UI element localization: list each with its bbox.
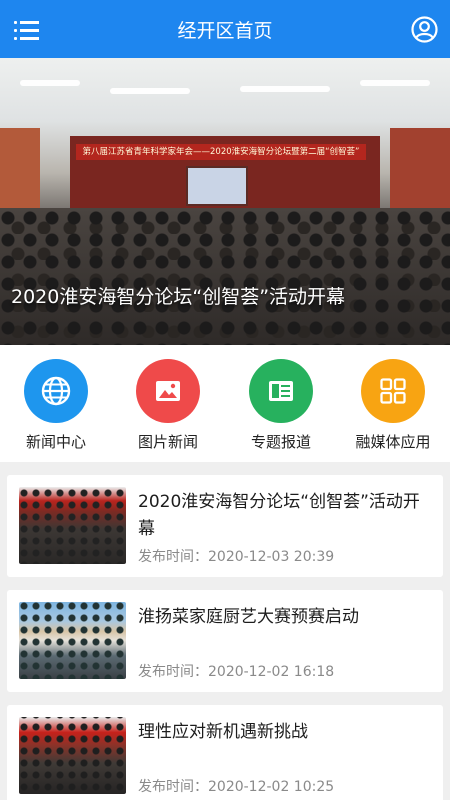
globe-icon [24,359,88,423]
news-date: 发布时间：2020-12-02 16:18 [138,661,334,681]
app-header: 经开区首页 [0,0,450,58]
page-title: 经开区首页 [177,20,273,42]
news-item[interactable]: 淮扬菜家庭厨艺大赛预赛启动 发布时间：2020-12-02 16:18 [7,590,443,692]
news-title: 理性应对新机遇新挑战 [138,722,308,742]
news-item[interactable]: 理性应对新机遇新挑战 发布时间：2020-12-02 10:25 [7,705,443,800]
ceiling-light [240,86,330,92]
date-value: 2020-12-02 16:18 [208,664,335,680]
date-label: 发布时间： [138,549,208,565]
category-media-apps[interactable]: 融媒体应用 [343,359,443,454]
ceiling-light [110,88,190,94]
image-icon [136,359,200,423]
news-date: 发布时间：2020-12-02 10:25 [138,776,334,796]
banner-carousel[interactable]: 第八届江苏省青年科学家年会——2020淮安海智分论坛暨第二届“创智荟” 2020… [0,58,450,345]
news-thumbnail [19,717,126,794]
ceiling-light [20,80,80,86]
date-label: 发布时间： [138,664,208,680]
banner-screen [186,166,248,206]
banner-stage-text: 第八届江苏省青年科学家年会——2020淮安海智分论坛暨第二届“创智荟” [76,144,366,160]
news-title: 2020淮安海智分论坛“创智荟”活动开幕 [138,492,420,539]
date-value: 2020-12-03 20:39 [208,549,335,565]
banner-caption[interactable]: 2020淮安海智分论坛“创智荟”活动开幕 [11,282,345,309]
news-title: 淮扬菜家庭厨艺大赛预赛启动 [138,607,359,627]
news-thumbnail [19,602,126,679]
ceiling-light [360,80,430,86]
category-shortcuts: 新闻中心 图片新闻 专题报道 融媒体应用 [0,345,450,462]
category-news-center[interactable]: 新闻中心 [6,359,106,454]
category-label: 图片新闻 [137,433,198,451]
category-photo-news[interactable]: 图片新闻 [118,359,218,454]
grid-icon [361,359,425,423]
newspaper-icon [249,359,313,423]
date-value: 2020-12-02 10:25 [208,779,335,795]
category-label: 专题报道 [250,433,311,451]
news-thumbnail [19,487,126,564]
news-date: 发布时间：2020-12-03 20:39 [138,546,334,566]
date-label: 发布时间： [138,779,208,795]
category-label: 融媒体应用 [355,433,431,451]
category-special-reports[interactable]: 专题报道 [231,359,331,454]
user-icon[interactable] [411,16,438,43]
category-label: 新闻中心 [25,433,86,451]
news-item[interactable]: 2020淮安海智分论坛“创智荟”活动开幕 发布时间：2020-12-03 20:… [7,475,443,577]
banner-audience [0,208,450,345]
